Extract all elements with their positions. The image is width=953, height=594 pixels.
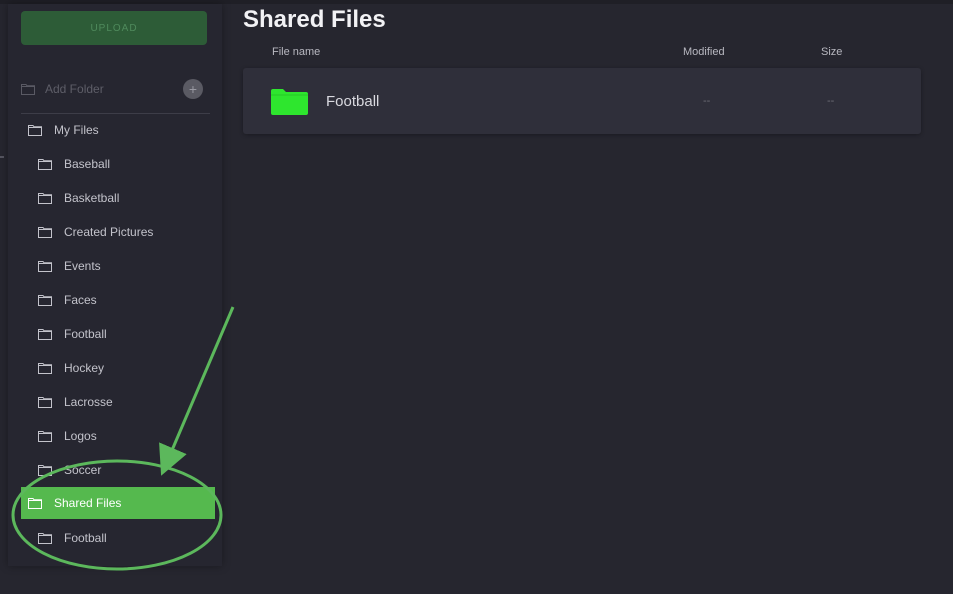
file-size: --: [827, 95, 835, 107]
upload-button[interactable]: UPLOAD: [21, 11, 207, 45]
file-row[interactable]: Football -- --: [243, 68, 921, 134]
sidebar-item-label: Football: [64, 531, 107, 545]
folder-outline-icon: [38, 430, 52, 442]
column-header-modified[interactable]: Modified: [683, 46, 725, 58]
folder-outline-icon: [38, 328, 52, 340]
left-gutter-mark: [0, 156, 4, 158]
sidebar-item-hockey[interactable]: Hockey: [21, 352, 225, 384]
sidebar-item-label: Shared Files: [54, 496, 122, 510]
folder-outline-icon: [38, 464, 52, 476]
sidebar-item-logos[interactable]: Logos: [21, 420, 225, 452]
sidebar-item-faces[interactable]: Faces: [21, 284, 225, 316]
sidebar-item-label: Football: [64, 327, 107, 341]
folder-outline-icon: [28, 124, 42, 136]
sidebar-item-created-pictures[interactable]: Created Pictures: [21, 216, 225, 248]
sidebar-item-shared-files[interactable]: Shared Files: [21, 487, 215, 519]
sidebar-item-label: Faces: [64, 293, 97, 307]
sidebar-item-lacrosse[interactable]: Lacrosse: [21, 386, 225, 418]
file-name: Football: [326, 93, 380, 110]
sidebar-item-label: Logos: [64, 429, 97, 443]
sidebar: UPLOAD Add Folder + My Files Baseball Bask…: [8, 4, 222, 566]
folder-outline-icon: [38, 396, 52, 408]
folder-outline-icon: [21, 83, 35, 95]
sidebar-item-label: Basketball: [64, 191, 120, 205]
sidebar-item-label: Created Pictures: [64, 225, 154, 239]
sidebar-item-football[interactable]: Football: [21, 318, 225, 350]
sidebar-item-soccer[interactable]: Soccer: [21, 454, 225, 486]
sidebar-item-label: Hockey: [64, 361, 105, 375]
folder-outline-icon: [38, 532, 52, 544]
folder-outline-icon: [38, 158, 52, 170]
sidebar-item-my-files[interactable]: My Files: [21, 114, 215, 146]
sidebar-item-events[interactable]: Events: [21, 250, 225, 282]
folder-outline-icon: [28, 497, 42, 509]
app-window: UPLOAD Add Folder + My Files Baseball Bask…: [0, 0, 953, 594]
sidebar-item-label: Events: [64, 259, 101, 273]
folder-outline-icon: [38, 260, 52, 272]
add-folder-plus-icon[interactable]: +: [183, 79, 203, 99]
add-folder-row[interactable]: Add Folder +: [21, 76, 209, 102]
column-header-size[interactable]: Size: [821, 46, 842, 58]
sidebar-item-label: Lacrosse: [64, 395, 113, 409]
column-header-file-name[interactable]: File name: [272, 46, 320, 58]
folder-outline-icon: [38, 294, 52, 306]
sidebar-item-football[interactable]: Football: [21, 522, 225, 554]
sidebar-item-basketball[interactable]: Basketball: [21, 182, 225, 214]
add-folder-label: Add Folder: [45, 82, 104, 96]
sidebar-item-baseball[interactable]: Baseball: [21, 148, 225, 180]
folder-outline-icon: [38, 192, 52, 204]
page-title: Shared Files: [243, 6, 386, 33]
sidebar-item-label: Soccer: [64, 463, 102, 477]
sidebar-item-label: My Files: [54, 123, 99, 137]
folder-outline-icon: [38, 362, 52, 374]
folder-outline-icon: [38, 226, 52, 238]
sidebar-item-label: Baseball: [64, 157, 111, 171]
file-modified: --: [703, 95, 711, 107]
folder-icon: [271, 89, 308, 115]
